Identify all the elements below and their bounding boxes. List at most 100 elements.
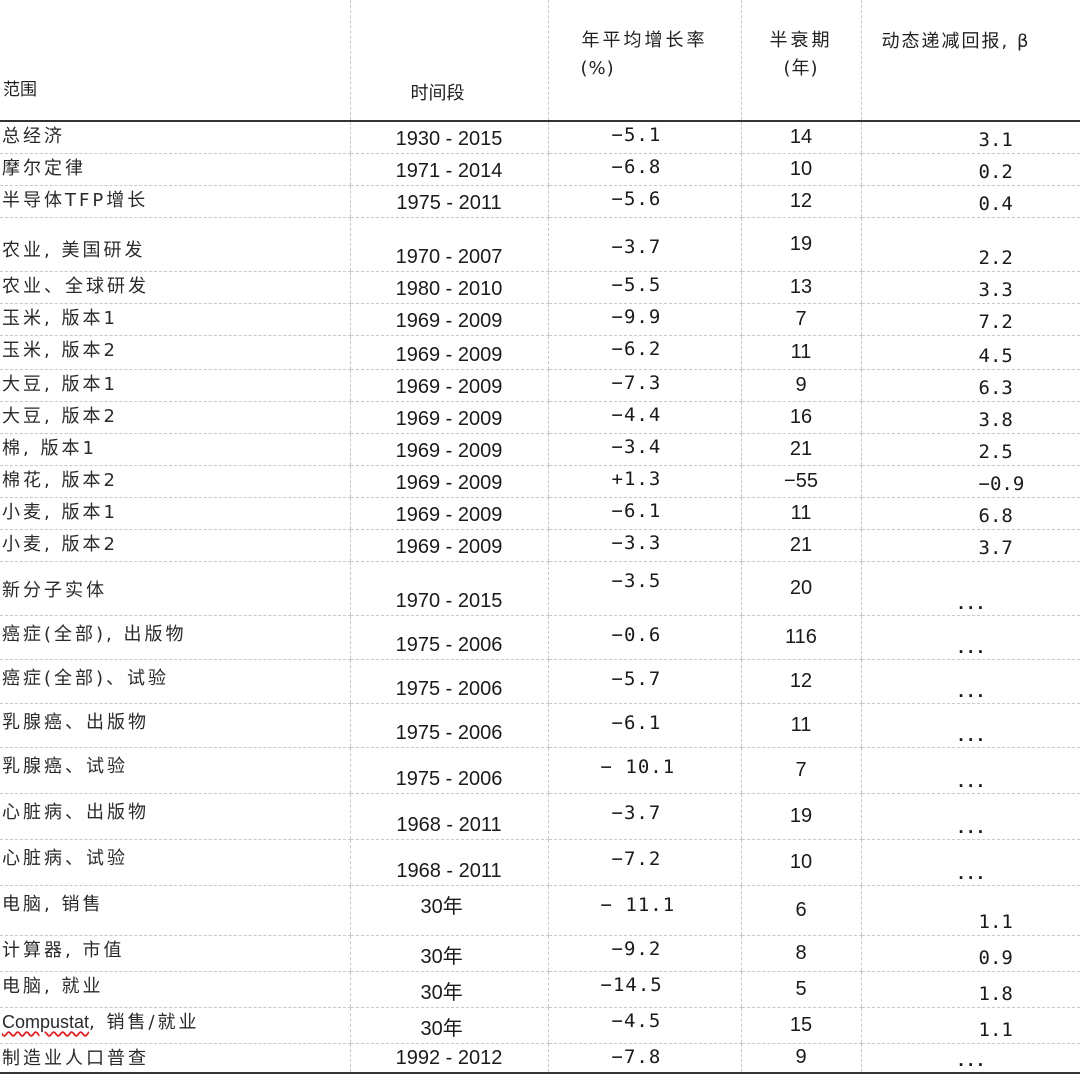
row-growth-rate: −6.8: [547, 153, 741, 186]
row-scope: 玉米, 版本1: [0, 303, 350, 336]
row-period: 1975 - 2006: [349, 659, 548, 704]
table-row: 新分子实体 1970 - 2015 −3.5 20...: [0, 561, 1080, 616]
row-beta: ...: [860, 561, 1080, 616]
row-period: 30年: [349, 885, 548, 936]
row-beta: 3.7: [860, 529, 1080, 562]
table-body: 总经济 1930 - 2015 −5.1 14 3.1 摩尔定律 1971 - 2014 −6…: [0, 121, 1080, 1074]
table-row: 乳腺癌、试验 1975 - 2006− 10.1 7...: [0, 747, 1080, 794]
row-half-life: 7: [740, 747, 861, 794]
row-scope: 总经济: [0, 121, 350, 154]
table-row: 癌症(全部)、试验 1975 - 2006 −5.7 12...: [0, 659, 1080, 704]
row-beta: 3.1: [860, 121, 1080, 154]
row-scope: 电脑, 就业: [0, 971, 350, 1008]
row-period: 1992 - 2012: [349, 1043, 548, 1074]
research-productivity-table-sheet: 范围 时间段 年平均增长率 (%) 半衰期 (年) 动态递减回报, β 总经济 1…: [0, 0, 1080, 1074]
row-period: 30年: [349, 1007, 548, 1044]
row-beta: −0.9: [860, 465, 1080, 498]
row-half-life: 11: [740, 335, 861, 370]
row-growth-rate: +1.3: [547, 465, 741, 498]
table-row: 玉米, 版本1 1969 - 2009 −9.9 7 7.2: [0, 303, 1080, 336]
row-beta: 6.3: [860, 369, 1080, 402]
table-row: 心脏病、出版物 1968 - 2011 −3.7 19...: [0, 793, 1080, 840]
row-half-life: 5: [740, 971, 861, 1008]
row-period: 1969 - 2009: [349, 465, 548, 498]
table-row: 电脑, 就业 30年 −14.5 5 1.8: [0, 971, 1080, 1008]
row-growth-rate: −3.4: [547, 433, 741, 466]
row-period: 1975 - 2006: [349, 703, 548, 748]
table-row: 小麦, 版本2 1969 - 2009 −3.3 21 3.7: [0, 529, 1080, 562]
row-growth-rate: −5.5: [547, 271, 741, 304]
row-half-life: 21: [740, 433, 861, 466]
header-growth-rate-unit: (%): [580, 58, 615, 79]
row-beta: 1.8: [860, 971, 1080, 1008]
row-beta: 4.5: [860, 335, 1080, 370]
table-row: 农业、全球研发 1980 - 2010 −5.5 13 3.3: [0, 271, 1080, 304]
row-half-life: 12: [740, 185, 861, 218]
table-row: 电脑, 销售 30年 − 11.1 6 1.1: [0, 885, 1080, 936]
data-table: 范围 时间段 年平均增长率 (%) 半衰期 (年) 动态递减回报, β 总经济 1…: [0, 0, 1080, 1074]
table-row: 棉, 版本1 1969 - 2009 −3.4 21 2.5: [0, 433, 1080, 466]
row-period: 1968 - 2011: [349, 793, 548, 840]
row-period: 1975 - 2011: [349, 185, 548, 218]
row-scope: 癌症(全部), 出版物: [0, 615, 350, 660]
row-growth-rate: −0.6: [547, 615, 741, 660]
row-growth-rate: −6.2: [547, 335, 741, 370]
row-scope: 小麦, 版本1: [0, 497, 350, 530]
row-half-life: 13: [740, 271, 861, 304]
table-row: 小麦, 版本1 1969 - 2009 −6.1 11 6.8: [0, 497, 1080, 530]
row-growth-rate: −5.6: [547, 185, 741, 218]
row-period: 1971 - 2014: [349, 153, 548, 186]
row-scope: 心脏病、试验: [0, 839, 350, 886]
row-period: 1975 - 2006: [349, 615, 548, 660]
row-growth-rate: −6.1: [547, 497, 741, 530]
row-beta: 1.1: [860, 1007, 1080, 1044]
row-half-life: 19: [740, 793, 861, 840]
header-scope: 范围: [0, 0, 350, 122]
row-beta: ...: [860, 1043, 1080, 1074]
row-period: 1969 - 2009: [349, 335, 548, 370]
header-beta: 动态递减回报, β: [860, 0, 1080, 122]
row-half-life: 10: [740, 153, 861, 186]
row-beta: 0.9: [860, 935, 1080, 972]
row-period: 1969 - 2009: [349, 401, 548, 434]
row-half-life: 11: [740, 703, 861, 748]
table-row: 大豆, 版本1 1969 - 2009 −7.3 9 6.3: [0, 369, 1080, 402]
table-row: 癌症(全部), 出版物 1975 - 2006 −0.6 116...: [0, 615, 1080, 660]
row-scope: 玉米, 版本2: [0, 335, 350, 370]
row-period: 1969 - 2009: [349, 433, 548, 466]
header-half-life-line1: 半衰期: [769, 30, 833, 51]
row-scope: 棉, 版本1: [0, 433, 350, 466]
row-growth-rate: −5.1: [547, 121, 741, 154]
row-half-life: 11: [740, 497, 861, 530]
table-row: Compustat, 销售/就业 30年 −4.5 15 1.1: [0, 1007, 1080, 1044]
row-half-life: 14: [740, 121, 861, 154]
row-half-life: 7: [740, 303, 861, 336]
row-scope-prefix: Compustat: [2, 1011, 90, 1032]
row-period: 1970 - 2007: [349, 217, 548, 272]
header-row: 范围 时间段 年平均增长率 (%) 半衰期 (年) 动态递减回报, β: [0, 0, 1080, 122]
row-beta: 2.2: [860, 217, 1080, 272]
row-scope: Compustat, 销售/就业: [0, 1007, 350, 1044]
table-header: 范围 时间段 年平均增长率 (%) 半衰期 (年) 动态递减回报, β: [0, 0, 1080, 122]
row-growth-rate: −3.7: [547, 793, 741, 840]
row-scope-suffix: , 销售/就业: [89, 1011, 200, 1033]
row-scope: 大豆, 版本2: [0, 401, 350, 434]
row-beta: 3.8: [860, 401, 1080, 434]
table-row: 计算器, 市值 30年 −9.2 8 0.9: [0, 935, 1080, 972]
row-growth-rate: − 10.1: [547, 747, 741, 794]
row-half-life: 12: [740, 659, 861, 704]
row-growth-rate: −5.7: [547, 659, 741, 704]
row-period: 1970 - 2015: [349, 561, 548, 616]
header-half-life: 半衰期 (年): [740, 0, 861, 122]
table-row: 农业, 美国研发 1970 - 2007 −3.7 19 2.2: [0, 217, 1080, 272]
row-half-life: 20: [740, 561, 861, 616]
row-scope: 农业、全球研发: [0, 271, 350, 304]
row-half-life: 10: [740, 839, 861, 886]
row-beta: 3.3: [860, 271, 1080, 304]
row-growth-rate: −3.7: [547, 217, 741, 272]
row-period: 1969 - 2009: [349, 529, 548, 562]
row-growth-rate: −4.4: [547, 401, 741, 434]
row-period: 1969 - 2009: [349, 369, 548, 402]
row-half-life: 16: [740, 401, 861, 434]
table-row: 乳腺癌、出版物 1975 - 2006 −6.1 11...: [0, 703, 1080, 748]
